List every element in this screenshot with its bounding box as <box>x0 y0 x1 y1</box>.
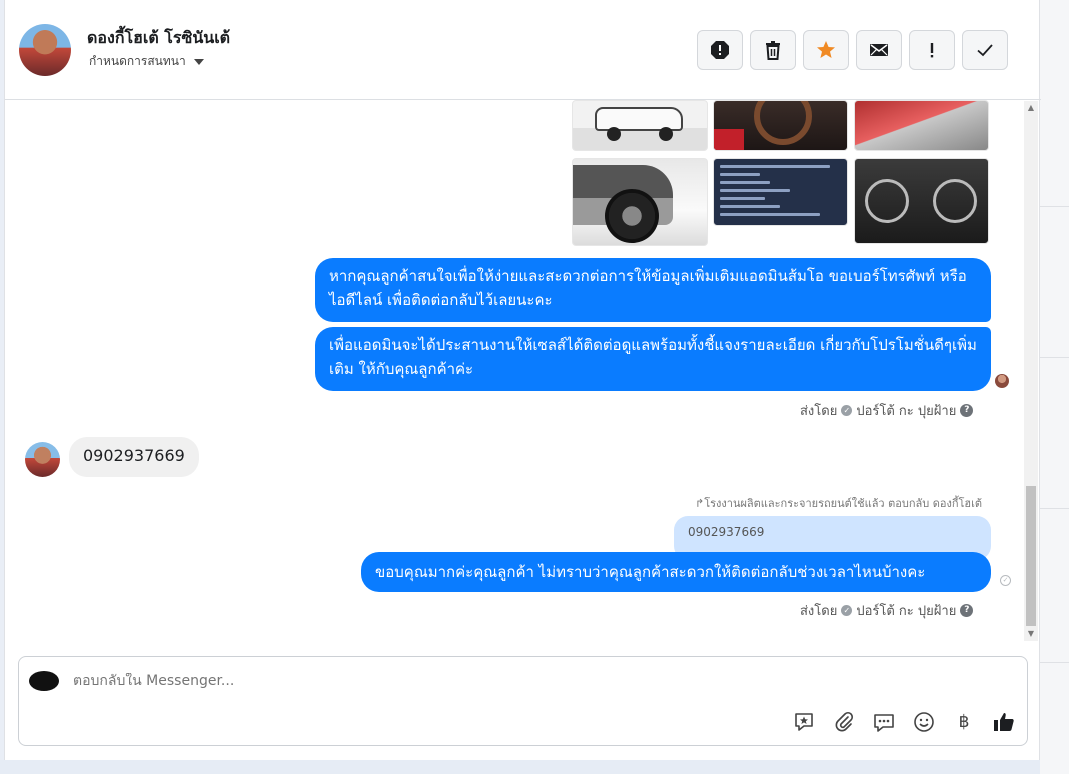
document-line <box>720 165 830 168</box>
mark-unread-button[interactable] <box>856 30 902 70</box>
seat-shape <box>714 129 744 150</box>
tire-shape <box>605 189 659 243</box>
sent-by-row: ส่งโดย ✓ ปอร์โต้ กะ ปุยฝ้าย ? <box>800 600 974 621</box>
scrollbar[interactable]: ▲ ▼ <box>1024 101 1038 641</box>
assign-conversation-dropdown[interactable]: กำหนดการสนทนา <box>89 52 204 71</box>
header-actions <box>697 30 1008 70</box>
contact-name[interactable]: ดองกี้โฮเต้ โรซินันเต้ <box>87 26 230 51</box>
steering-wheel-shape <box>754 101 812 145</box>
divider <box>1040 508 1069 509</box>
composer-tools: ฿ <box>791 709 1017 735</box>
conversation-header: ดองกี้โฮเต้ โรซินันเต้ กำหนดการสนทนา <box>5 0 1041 100</box>
follow-up-button[interactable] <box>909 30 955 70</box>
document-line <box>720 181 770 184</box>
thumbs-up-icon[interactable] <box>991 709 1017 735</box>
mark-done-button[interactable] <box>962 30 1008 70</box>
image-attachment[interactable] <box>854 100 989 151</box>
scroll-down-icon[interactable]: ▼ <box>1026 629 1036 639</box>
star-button[interactable] <box>803 30 849 70</box>
outgoing-message[interactable]: เพื่อแอดมินจะได้ประสานงานให้เซลส์ได้ติดต… <box>315 327 991 391</box>
outgoing-message[interactable]: ขอบคุณมากค่ะคุณลูกค้า ไม่ทราบว่าคุณลูกค้… <box>361 552 991 592</box>
image-attachment[interactable] <box>572 158 708 246</box>
assign-label: กำหนดการสนทนา <box>89 54 186 68</box>
sent-by-row: ส่งโดย ✓ ปอร์โต้ กะ ปุยฝ้าย ? <box>800 400 974 421</box>
seen-avatar <box>995 374 1009 388</box>
incoming-message[interactable]: 0902937669 <box>69 437 199 477</box>
divider <box>1040 206 1069 207</box>
document-line <box>720 213 820 216</box>
divider <box>1040 662 1069 663</box>
check-circle-icon: ✓ <box>841 605 853 616</box>
reply-meta-text: โรงงานผลิตและกระจายรถยนต์ใช้แล้ว ตอบกลับ… <box>704 497 983 510</box>
help-icon[interactable]: ? <box>960 404 974 417</box>
contact-avatar-small[interactable] <box>25 442 60 477</box>
document-line <box>720 173 760 176</box>
caret-down-icon <box>193 58 204 65</box>
outgoing-message[interactable]: หากคุณลูกค้าสนใจเพื่อให้ง่ายและสะดวกต่อก… <box>315 258 991 322</box>
sent-by-name: ปอร์โต้ กะ ปุยฝ้าย <box>856 604 957 619</box>
sent-by-label: ส่งโดย <box>800 604 838 619</box>
trash-icon <box>766 41 780 60</box>
conversation-panel: ดองกี้โฮเต้ โรซินันเต้ กำหนดการสนทนา หาก… <box>4 0 1041 760</box>
right-gutter <box>1040 0 1069 774</box>
scroll-up-icon[interactable]: ▲ <box>1026 103 1036 113</box>
image-attachment[interactable] <box>713 158 848 226</box>
contact-avatar[interactable] <box>19 24 71 76</box>
reply-arrow-icon: ↱ <box>695 497 705 510</box>
star-icon <box>817 41 835 58</box>
page-logo <box>29 671 59 691</box>
saved-reply-icon[interactable] <box>791 709 817 735</box>
message-composer: ฿ <box>18 656 1028 746</box>
reply-meta: ↱โรงงานผลิตและกระจายรถยนต์ใช้แล้ว ตอบกลั… <box>695 494 982 512</box>
quick-reply-icon[interactable] <box>871 709 897 735</box>
delete-button[interactable] <box>750 30 796 70</box>
baht-icon[interactable]: ฿ <box>951 709 977 735</box>
gauge-shape <box>933 179 977 223</box>
reply-input[interactable] <box>73 673 773 689</box>
scrollbar-thumb[interactable] <box>1026 486 1036 626</box>
wheel-shape <box>607 127 621 141</box>
document-line <box>720 189 790 192</box>
envelope-icon <box>870 44 888 56</box>
sent-by-name: ปอร์โต้ กะ ปุยฝ้าย <box>856 404 957 419</box>
image-attachment[interactable] <box>713 100 848 151</box>
document-line <box>720 197 765 200</box>
report-spam-button[interactable] <box>697 30 743 70</box>
bottom-strip <box>0 760 1040 774</box>
help-icon[interactable]: ? <box>960 604 974 617</box>
wheel-shape <box>659 127 673 141</box>
attachment-icon[interactable] <box>831 709 857 735</box>
gauge-shape <box>865 179 909 223</box>
exclamation-icon <box>930 43 934 58</box>
image-attachment[interactable] <box>572 100 708 151</box>
emoji-icon[interactable] <box>911 709 937 735</box>
check-circle-icon: ✓ <box>841 405 853 416</box>
checkmark-icon <box>977 44 993 57</box>
sent-by-label: ส่งโดย <box>800 404 838 419</box>
delivered-icon: ✓ <box>1000 575 1011 586</box>
divider <box>1040 357 1069 358</box>
alert-octagon-icon <box>711 41 729 59</box>
document-line <box>720 205 780 208</box>
image-attachment[interactable] <box>854 158 989 244</box>
